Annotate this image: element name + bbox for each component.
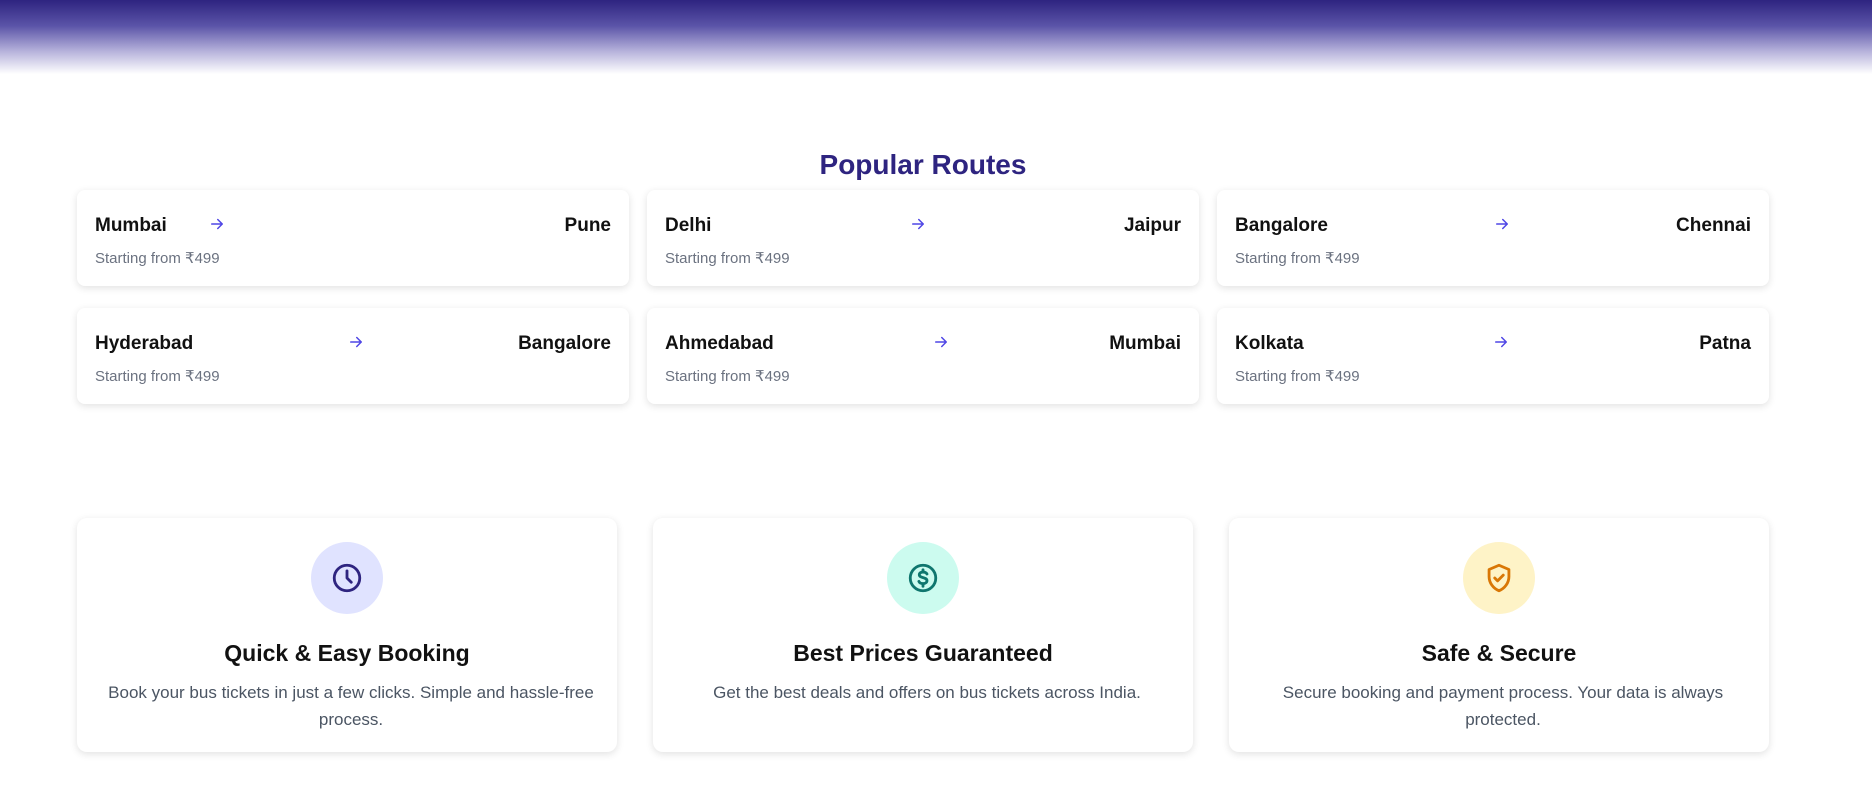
route-row: Ahmedabad Mumbai xyxy=(665,332,1181,356)
route-card-bangalore-chennai[interactable]: Bangalore Chennai Starting from ₹499 xyxy=(1217,190,1769,286)
header-gradient-band xyxy=(0,0,1872,74)
shield-check-icon xyxy=(1463,542,1535,614)
route-origin: Bangalore xyxy=(1235,215,1328,236)
route-destination: Bangalore xyxy=(518,333,611,354)
route-destination: Jaipur xyxy=(1123,215,1181,236)
route-price: Starting from ₹499 xyxy=(1235,250,1360,267)
feature-description: Book your bus tickets in just a few clic… xyxy=(108,683,594,729)
route-origin: Kolkata xyxy=(1235,333,1304,354)
route-row: Delhi Jaipur xyxy=(665,214,1181,238)
route-origin: Hyderabad xyxy=(95,333,194,354)
features-grid: Quick & Easy Booking Book your bus ticke… xyxy=(77,518,1770,752)
route-card-ahmedabad-mumbai[interactable]: Ahmedabad Mumbai Starting from ₹499 xyxy=(647,308,1199,404)
arrow-right-icon xyxy=(908,214,928,234)
routes-grid: Mumbai Pune Starting from ₹499 Delhi Jai… xyxy=(77,190,1770,404)
feature-card-safe-secure: Safe & Secure Secure booking and payment… xyxy=(1229,518,1769,752)
route-card-kolkata-patna[interactable]: Kolkata Patna Starting from ₹499 xyxy=(1217,308,1769,404)
route-destination: Patna xyxy=(1699,333,1751,354)
feature-card-best-prices: Best Prices Guaranteed Get the best deal… xyxy=(653,518,1193,752)
route-price: Starting from ₹499 xyxy=(665,368,790,385)
route-price: Starting from ₹499 xyxy=(95,250,220,267)
arrow-right-icon xyxy=(346,332,366,352)
route-row: Mumbai Pune xyxy=(95,214,611,238)
feature-card-quick-booking: Quick & Easy Booking Book your bus ticke… xyxy=(77,518,617,752)
feature-title: Best Prices Guaranteed xyxy=(793,640,1053,666)
arrow-right-icon xyxy=(207,214,227,234)
arrow-right-icon xyxy=(931,332,951,352)
route-card-hyderabad-bangalore[interactable]: Hyderabad Bangalore Starting from ₹499 xyxy=(77,308,629,404)
route-card-delhi-jaipur[interactable]: Delhi Jaipur Starting from ₹499 xyxy=(647,190,1199,286)
route-destination: Mumbai xyxy=(1109,333,1181,354)
route-origin: Mumbai xyxy=(95,215,167,236)
dollar-icon xyxy=(887,542,959,614)
feature-description: Get the best deals and offers on bus tic… xyxy=(713,683,1141,702)
route-price: Starting from ₹499 xyxy=(1235,368,1360,385)
popular-routes-title: Popular Routes xyxy=(819,149,1027,181)
feature-title: Quick & Easy Booking xyxy=(224,640,470,666)
route-price: Starting from ₹499 xyxy=(665,250,790,267)
clock-icon xyxy=(311,542,383,614)
route-row: Hyderabad Bangalore xyxy=(95,332,611,356)
route-origin: Ahmedabad xyxy=(665,333,774,354)
route-destination: Chennai xyxy=(1676,215,1751,236)
arrow-right-icon xyxy=(1492,214,1512,234)
route-destination: Pune xyxy=(564,215,611,236)
route-row: Kolkata Patna xyxy=(1235,332,1751,356)
arrow-right-icon xyxy=(1491,332,1511,352)
feature-description: Secure booking and payment process. Your… xyxy=(1282,683,1724,729)
route-origin: Delhi xyxy=(665,215,712,236)
route-price: Starting from ₹499 xyxy=(95,368,220,385)
page: Popular Routes Mumbai Pune Starting from… xyxy=(0,0,1872,795)
route-card-mumbai-pune[interactable]: Mumbai Pune Starting from ₹499 xyxy=(77,190,629,286)
route-row: Bangalore Chennai xyxy=(1235,214,1751,238)
feature-title: Safe & Secure xyxy=(1421,640,1577,666)
